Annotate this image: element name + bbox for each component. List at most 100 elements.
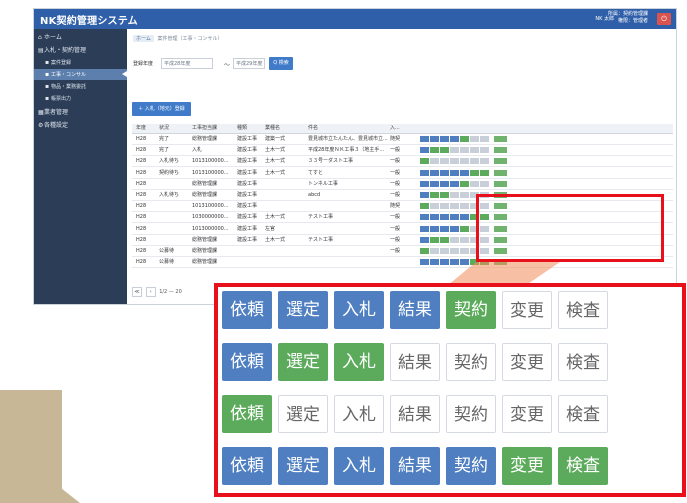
stage-mini-button[interactable] [450,214,459,221]
stage-mini-button[interactable] [440,147,449,154]
stage-button-6[interactable]: 変更 [502,291,552,329]
stage-button-3[interactable]: 入札 [334,395,384,433]
stage-button-4[interactable]: 結果 [390,343,440,381]
stage-mini-button[interactable] [430,180,439,187]
stage-mini-button[interactable] [470,180,479,187]
stage-mini-button[interactable] [430,236,439,243]
stage-button-2[interactable]: 選定 [278,291,328,329]
sidebar-item-case-register[interactable]: ▪ 案件登録 [34,57,127,68]
row-action-button[interactable] [494,180,507,187]
stage-button-1[interactable]: 依頼 [222,291,272,329]
stage-mini-button[interactable] [470,169,479,176]
stage-mini-button[interactable] [430,225,439,232]
stage-mini-button[interactable] [450,203,459,210]
stage-button-2[interactable]: 選定 [278,447,328,485]
col-status[interactable]: 状況 [159,124,169,133]
stage-mini-button[interactable] [430,248,439,254]
stage-mini-button[interactable] [420,147,429,154]
stage-button-3[interactable]: 入札 [334,447,384,485]
stage-button-1[interactable]: 依頼 [222,447,272,485]
col-year[interactable]: 年度 [136,124,146,133]
stage-button-3[interactable]: 入札 [334,291,384,329]
stage-mini-button[interactable] [440,259,449,266]
sidebar-item-construction[interactable]: ▪ 工事・コンサル [34,69,127,80]
stage-button-7[interactable]: 検査 [558,447,608,485]
col-bid[interactable]: 入... [390,124,400,133]
sidebar-item-vendors[interactable]: ▦業者管理 [34,107,127,118]
stage-mini-button[interactable] [440,214,449,221]
stage-mini-button[interactable] [480,158,489,165]
table-row[interactable]: H28 完了 入札 建設工事 土木一式 平成28年度ＮＫ工事３（地主手... 一般 [132,146,673,157]
stage-mini-button[interactable] [420,180,429,187]
row-action-button[interactable] [494,169,507,176]
stage-button-6[interactable]: 変更 [502,395,552,433]
stage-button-2[interactable]: 選定 [278,343,328,381]
stage-mini-button[interactable] [440,192,449,198]
row-action-button[interactable] [494,147,507,154]
stage-mini-button[interactable] [460,192,469,198]
stage-button-1[interactable]: 依頼 [222,395,272,433]
stage-mini-button[interactable] [450,180,459,187]
stage-mini-button[interactable] [440,158,449,165]
stage-mini-button[interactable] [420,136,429,142]
stage-mini-button[interactable] [460,158,469,165]
stage-mini-button[interactable] [460,147,469,154]
stage-button-4[interactable]: 結果 [390,395,440,433]
col-subject[interactable]: 件名 [308,124,318,133]
col-industry[interactable]: 業種名 [265,124,280,133]
stage-mini-button[interactable] [420,203,429,210]
stage-mini-button[interactable] [420,158,429,165]
stage-mini-button[interactable] [470,136,479,142]
stage-mini-button[interactable] [430,136,439,142]
stage-button-5[interactable]: 契約 [446,291,496,329]
stage-mini-button[interactable] [450,236,459,243]
stage-mini-button[interactable] [440,225,449,232]
sidebar-item-goods[interactable]: ▪ 物品・業務委託 [34,81,127,92]
stage-button-4[interactable]: 結果 [390,447,440,485]
stage-button-7[interactable]: 検査 [558,343,608,381]
stage-mini-button[interactable] [450,248,459,254]
stage-mini-button[interactable] [460,203,469,210]
stage-button-2[interactable]: 選定 [278,395,328,433]
stage-mini-button[interactable] [430,147,439,154]
stage-mini-button[interactable] [460,214,469,221]
stage-mini-button[interactable] [450,192,459,198]
stage-mini-button[interactable] [430,169,439,176]
stage-mini-button[interactable] [460,225,469,232]
stage-mini-button[interactable] [450,136,459,142]
col-dept[interactable]: 工事担当課 [192,124,217,133]
stage-mini-button[interactable] [480,136,489,142]
stage-button-5[interactable]: 契約 [446,447,496,485]
stage-mini-button[interactable] [450,225,459,232]
stage-mini-button[interactable] [460,180,469,187]
row-action-button[interactable] [494,136,507,142]
pager-first-button[interactable]: ≪ [132,287,142,297]
stage-mini-button[interactable] [460,169,469,176]
stage-mini-button[interactable] [470,158,479,165]
stage-mini-button[interactable] [420,248,429,254]
stage-button-1[interactable]: 依頼 [222,343,272,381]
col-kind[interactable]: 種類 [237,124,247,133]
stage-mini-button[interactable] [450,259,459,266]
search-button[interactable]: Q 検索 [269,57,293,70]
table-row[interactable]: H28 総務管理課 建設工事 トンネル工事 一般 [132,180,673,190]
sidebar-item-print[interactable]: ▪ 帳票出力 [34,93,127,104]
stage-mini-button[interactable] [450,169,459,176]
stage-mini-button[interactable] [480,180,489,187]
stage-mini-button[interactable] [430,214,439,221]
stage-button-4[interactable]: 結果 [390,291,440,329]
stage-mini-button[interactable] [440,169,449,176]
stage-mini-button[interactable] [420,225,429,232]
stage-mini-button[interactable] [420,214,429,221]
stage-button-7[interactable]: 検査 [558,291,608,329]
breadcrumb-home[interactable]: ホーム [133,35,154,42]
sidebar-item-settings[interactable]: ⚙各種設定 [34,120,127,131]
add-bid-button[interactable]: ＋ 入札（地元）登録 [132,102,191,116]
stage-mini-button[interactable] [460,259,469,266]
stage-mini-button[interactable] [450,158,459,165]
stage-mini-button[interactable] [460,248,469,254]
stage-mini-button[interactable] [450,147,459,154]
sidebar-item-bidding[interactable]: ▤入札・契約管理 [34,45,127,56]
stage-mini-button[interactable] [420,169,429,176]
stage-mini-button[interactable] [430,192,439,198]
